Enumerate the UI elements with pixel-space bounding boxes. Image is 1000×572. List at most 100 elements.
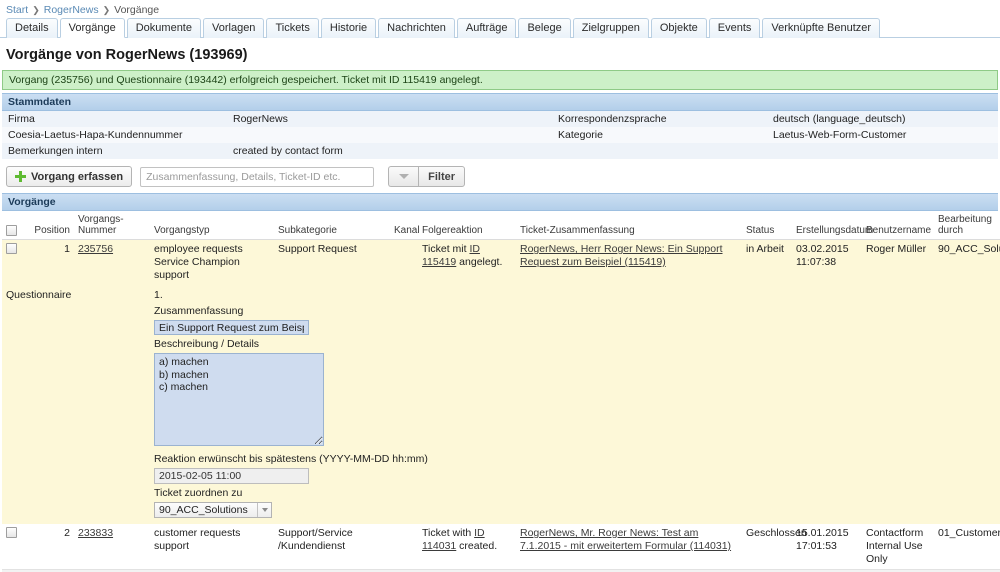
stammdaten-row: Bemerkungen intern created by contact for… (2, 143, 998, 159)
cell-folgereaktion: Ticket mit ID 115419 angelegt. (418, 239, 516, 285)
tab-belege[interactable]: Belege (518, 18, 571, 38)
tab-historie[interactable]: Historie (320, 18, 377, 38)
stammdaten-label-secondary (552, 143, 767, 159)
filter-dropdown-button[interactable] (388, 166, 419, 187)
cell-ticket-zusammenfassung: RogerNews, Herr Roger News: Ein Support … (516, 239, 742, 285)
column-header-position: Position (26, 211, 74, 240)
cell-folgereaktion: Ticket with ID 114031 created. (418, 524, 516, 570)
erstellungsdatum-date: 03.02.2015 (796, 243, 849, 255)
stammdaten-value (227, 127, 552, 143)
stammdaten-row: Firma RogerNews Korrespondenzsprache deutsc… (2, 111, 998, 127)
add-vorgang-label: Vorgang erfassen (31, 170, 124, 183)
tab-events[interactable]: Events (708, 18, 761, 38)
erstellungsdatum-date: 15.01.2015 (796, 527, 849, 539)
cell-erstellungsdatum: 03.02.2015 11:07:38 (792, 239, 862, 285)
column-header-erstellungsdatum: Erstellungsdatum (792, 211, 873, 240)
stammdaten-row: Coesia-Laetus-Hapa-Kundennummer Kategorie… (2, 127, 998, 143)
stammdaten-label: Bemerkungen intern (2, 143, 227, 159)
questionnaire-deadline-label: Reaktion erwünscht bis spätestens (YYYY-… (154, 453, 428, 465)
select-arrow-icon (257, 503, 271, 517)
questionnaire-assign-select[interactable]: 90_ACC_Solutions (154, 502, 272, 518)
cell-vorgangs-nummer: 233833 (74, 524, 150, 570)
vorgaenge-table: Position Vorgangs-Nummer Vorgangstyp Subkat… (2, 211, 1000, 572)
cell-erstellungsdatum: 15.01.2015 17:01:53 (792, 524, 862, 570)
cell-subkategorie: Support Request (274, 239, 390, 285)
folgereaktion-suffix: created. (456, 540, 498, 552)
add-vorgang-button[interactable]: Vorgang erfassen (6, 166, 133, 187)
folgereaktion-prefix: Ticket mit (422, 243, 470, 255)
breadcrumb-separator-icon: ❯ (32, 5, 40, 15)
tab-vorlagen[interactable]: Vorlagen (203, 18, 265, 38)
cell-vorgangstyp: customer requests support (150, 524, 274, 570)
ticket-zusammenfassung-link[interactable]: RogerNews, Herr Roger News: Ein Support … (520, 243, 723, 268)
breadcrumb-item-current: Vorgänge (114, 4, 160, 16)
stammdaten-value-secondary (767, 143, 998, 159)
stammdaten-label: Coesia-Laetus-Hapa-Kundennummer (2, 127, 227, 143)
breadcrumb-separator-icon: ❯ (102, 5, 111, 15)
questionnaire-label: Questionnaire (2, 285, 150, 524)
row-checkbox[interactable] (6, 243, 17, 254)
stammdaten-section-header: Stammdaten (2, 93, 998, 111)
questionnaire-assign-label: Ticket zuordnen zu (154, 487, 243, 499)
stammdaten-label: Firma (2, 111, 227, 127)
cell-position: 2 (26, 524, 74, 570)
column-header-vorgangstyp: Vorgangstyp (150, 211, 274, 240)
breadcrumb-item-start[interactable]: Start (6, 4, 28, 16)
tab-objekte[interactable]: Objekte (650, 18, 707, 38)
column-header-folgereaktion: Folgereaktion (418, 211, 516, 240)
page-title: Vorgänge von RogerNews (193969) (6, 47, 248, 63)
main-tab-bar: Details Vorgänge Dokumente Vorlagen Tickets H… (0, 17, 1000, 38)
cell-benutzername: Contactform Internal Use Only (862, 524, 934, 570)
stammdaten-label-secondary: Korrespondenzsprache (552, 111, 767, 127)
tab-nachrichten[interactable]: Nachrichten (378, 18, 455, 38)
filter-button[interactable]: Filter (418, 166, 466, 187)
cell-position: 1 (26, 239, 74, 285)
cell-vorgangstyp: employee requests Service Champion suppo… (150, 239, 274, 285)
folgereaktion-suffix: angelegt. (456, 256, 503, 268)
row-select-cell (2, 524, 26, 570)
table-header-row: Position Vorgangs-Nummer Vorgangstyp Subkat… (2, 211, 1000, 240)
stammdaten-table: Firma RogerNews Korrespondenzsprache deutsc… (2, 111, 998, 159)
cell-benutzername: Roger Müller (862, 239, 934, 285)
tab-dokumente[interactable]: Dokumente (126, 18, 201, 38)
erstellungsdatum-time: 17:01:53 (796, 540, 837, 552)
tab-zielgruppen[interactable]: Zielgruppen (572, 18, 649, 38)
column-header-subkategorie: Subkategorie (274, 211, 390, 240)
cell-bearbeitung-durch: 01_Customer_Support (934, 524, 1000, 570)
vorgaenge-section-header: Vorgänge (2, 193, 998, 211)
vorgangs-nummer-link[interactable]: 233833 (78, 527, 113, 539)
questionnaire-number: 1. (154, 289, 163, 301)
cell-kanal (390, 239, 418, 285)
questionnaire-summary-input[interactable] (154, 320, 309, 335)
cell-kanal (390, 524, 418, 570)
search-input[interactable] (140, 166, 375, 187)
table-row[interactable]: 2 233833 customer requests support Support/… (2, 524, 1000, 570)
success-banner: Vorgang (235756) und Questionnaire (1934… (2, 70, 998, 90)
questionnaire-form: 1. Zusammenfassung Beschreibung / Details a… (150, 285, 1000, 524)
questionnaire-details-label: Beschreibung / Details (154, 338, 260, 350)
chevron-down-icon (398, 174, 409, 179)
select-all-checkbox[interactable] (6, 225, 17, 236)
breadcrumb: Start ❯ RogerNews ❯ Vorgänge (0, 0, 1000, 17)
questionnaire-summary-label: Zusammenfassung (154, 305, 244, 317)
row-checkbox[interactable] (6, 527, 17, 538)
column-header-vorgangs-nummer: Vorgangs-Nummer (74, 211, 150, 240)
tab-auftr-ge[interactable]: Aufträge (456, 18, 517, 38)
questionnaire-assign-value: 90_ACC_Solutions (159, 503, 248, 516)
column-header-bearbeitung-durch: Bearbeitung durch (934, 211, 1000, 240)
table-row[interactable]: 1 235756 employee requests Service Champio… (2, 239, 1000, 285)
cell-ticket-zusammenfassung: RogerNews, Mr. Roger News: Test am 7.1.2… (516, 524, 742, 570)
questionnaire-deadline-input[interactable] (154, 468, 309, 484)
vorgangs-nummer-link[interactable]: 235756 (78, 243, 113, 255)
tab-tickets[interactable]: Tickets (266, 18, 319, 38)
tab-vorg-nge[interactable]: Vorgänge (59, 18, 125, 38)
plus-icon (15, 171, 26, 182)
stammdaten-value: RogerNews (227, 111, 552, 127)
tab-details[interactable]: Details (6, 18, 58, 38)
tab-verkn-pfte-benutzer[interactable]: Verknüpfte Benutzer (762, 18, 881, 38)
questionnaire-details-textarea[interactable]: a) machen b) machen c) machen (154, 353, 324, 446)
breadcrumb-item-company[interactable]: RogerNews (44, 4, 99, 16)
cell-vorgangs-nummer: 235756 (74, 239, 150, 285)
questionnaire-row: Questionnaire 1. Zusammenfassung Beschreibu… (2, 285, 1000, 524)
ticket-zusammenfassung-link[interactable]: RogerNews, Mr. Roger News: Test am 7.1.2… (520, 527, 731, 552)
